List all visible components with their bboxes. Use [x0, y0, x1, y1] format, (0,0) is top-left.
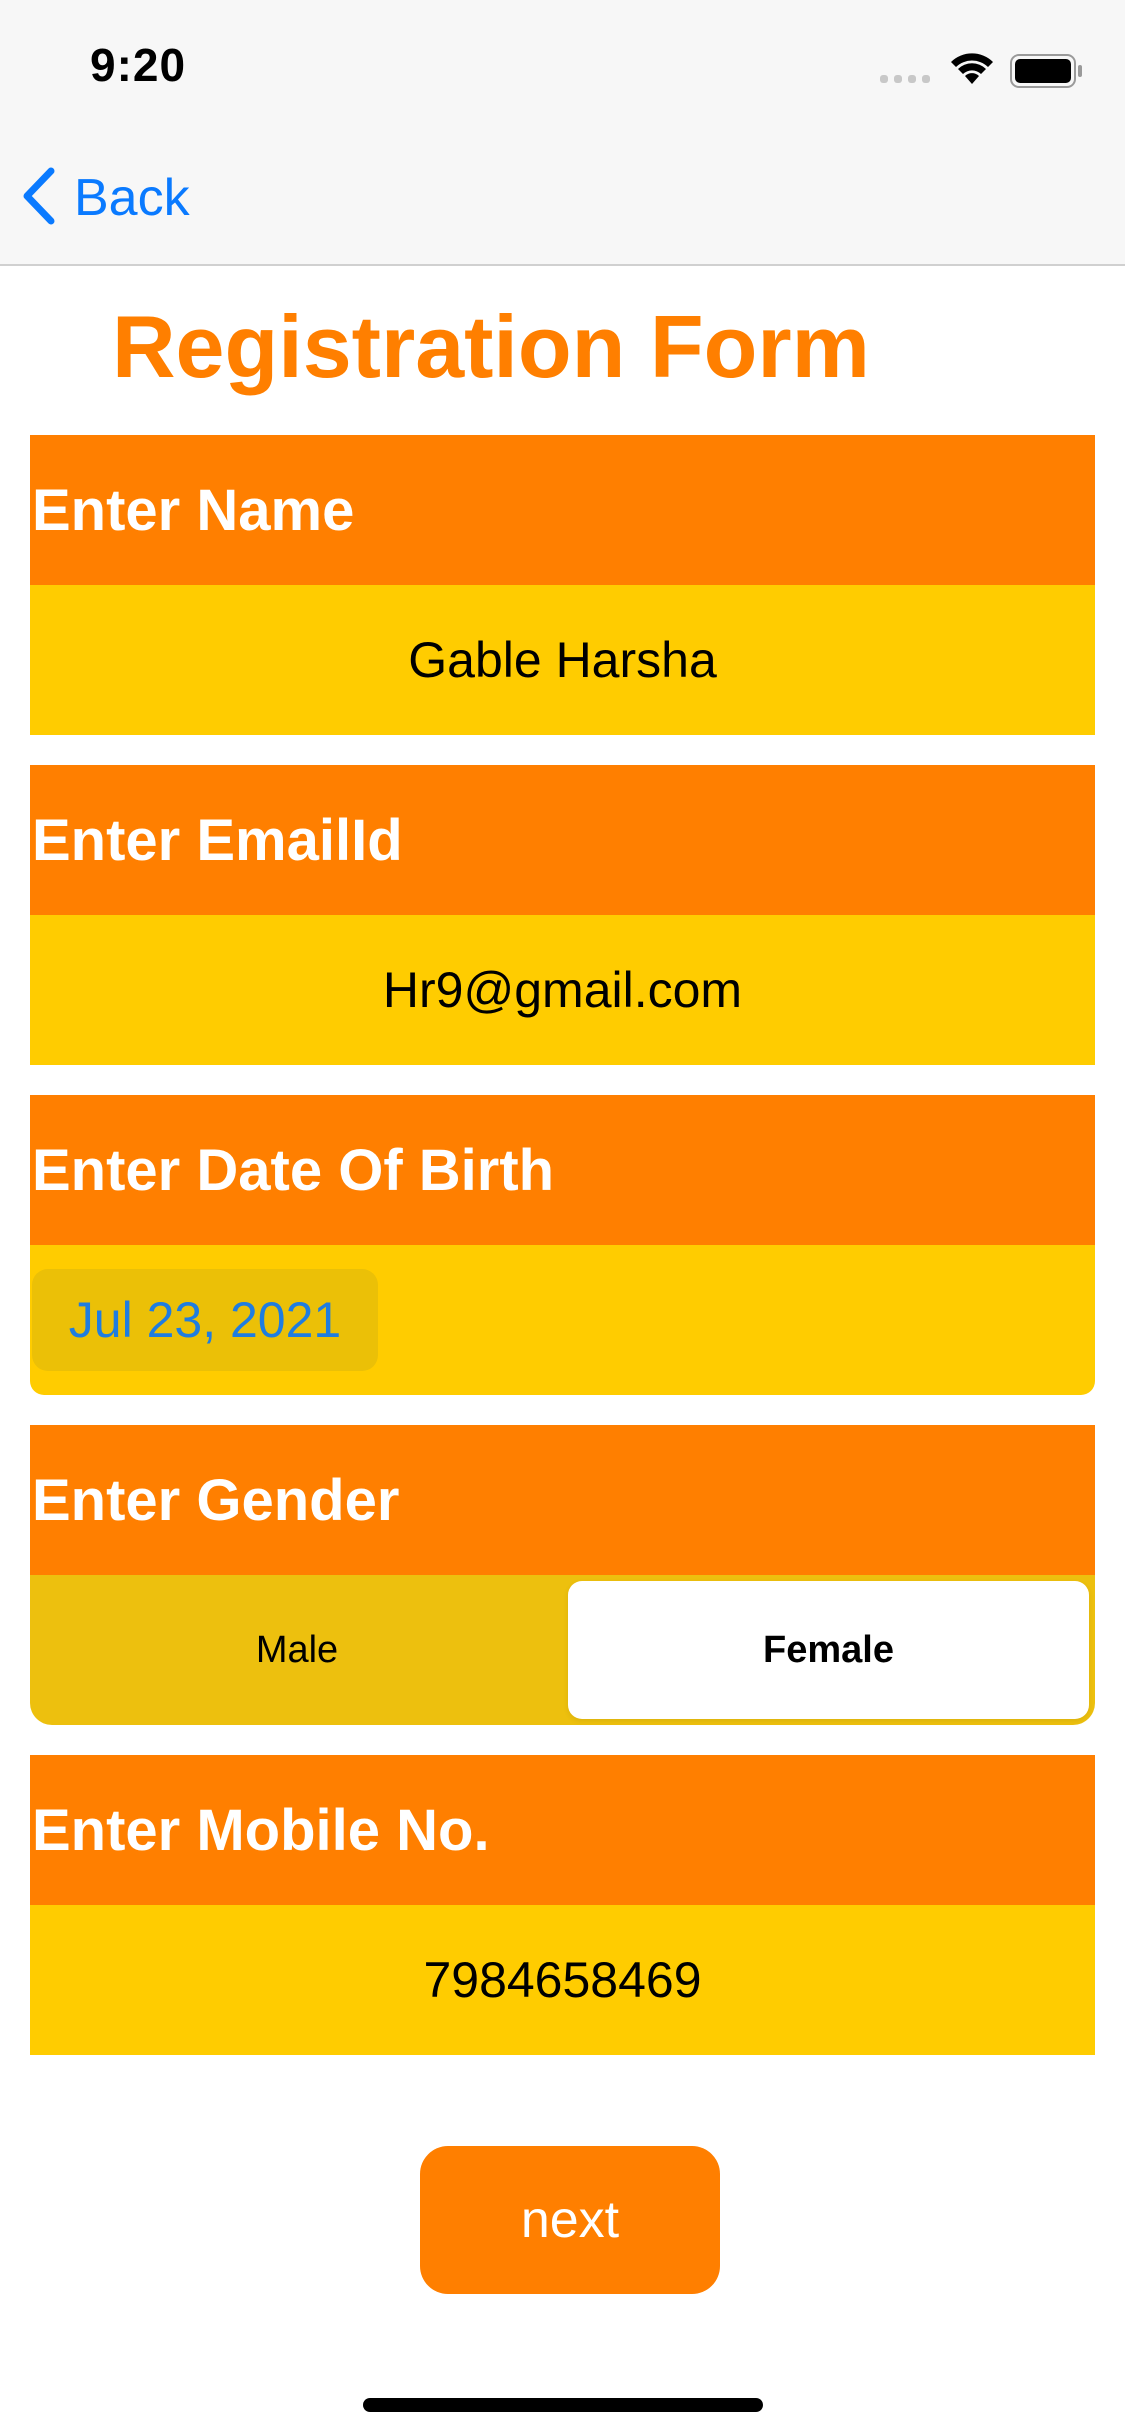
- name-field[interactable]: Gable Harsha: [30, 585, 1095, 735]
- gender-section: Enter Gender Male Female: [30, 1425, 1095, 1725]
- mobile-section: Enter Mobile No. 7984658469: [30, 1755, 1095, 2055]
- chevron-left-icon: [22, 167, 56, 230]
- gender-segmented-control: Male Female: [30, 1575, 1095, 1725]
- back-button[interactable]: Back: [22, 166, 190, 230]
- dob-field: Jul 23, 2021: [30, 1245, 1095, 1395]
- wifi-icon: [950, 52, 994, 91]
- name-section: Enter Name Gable Harsha: [30, 435, 1095, 735]
- back-label: Back: [74, 169, 190, 227]
- gender-option-female[interactable]: Female: [568, 1581, 1089, 1719]
- battery-icon: [1010, 54, 1084, 93]
- gender-option-male[interactable]: Male: [30, 1581, 564, 1719]
- mobile-field[interactable]: 7984658469: [30, 1905, 1095, 2055]
- date-picker-button[interactable]: Jul 23, 2021: [32, 1269, 378, 1371]
- status-time: 9:20: [90, 39, 187, 91]
- dob-label: Enter Date Of Birth: [30, 1095, 1095, 1245]
- navigation-bar: Back: [0, 132, 1125, 266]
- email-field[interactable]: Hr9@gmail.com: [30, 915, 1095, 1065]
- name-label: Enter Name: [30, 435, 1095, 585]
- gender-label: Enter Gender: [30, 1425, 1095, 1575]
- home-indicator: [363, 2398, 763, 2412]
- email-section: Enter EmailId Hr9@gmail.com: [30, 765, 1095, 1065]
- next-button[interactable]: next: [420, 2146, 720, 2294]
- dob-section: Enter Date Of Birth Jul 23, 2021: [30, 1095, 1095, 1395]
- mobile-label: Enter Mobile No.: [30, 1755, 1095, 1905]
- email-label: Enter EmailId: [30, 765, 1095, 915]
- signal-icon: [880, 75, 930, 83]
- status-bar: 9:20: [0, 0, 1125, 132]
- page-title: Registration Form: [112, 297, 870, 396]
